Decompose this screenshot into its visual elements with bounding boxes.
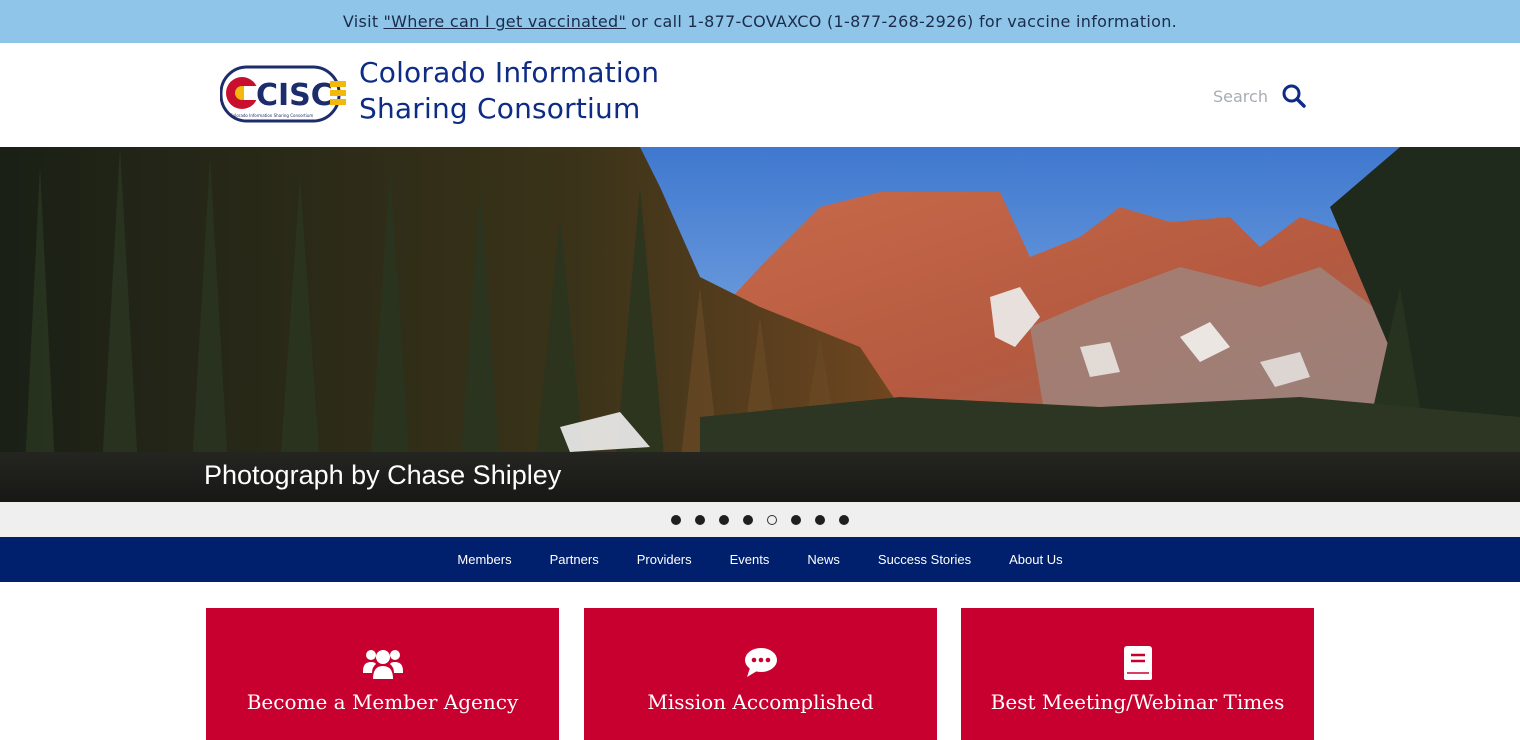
carousel-dot-6[interactable] xyxy=(791,514,801,525)
banner-suffix: or call 1-877-COVAXCO (1-877-268-2926) f… xyxy=(631,12,1178,31)
hero-caption-bar: Photograph by Chase Shipley xyxy=(0,452,1520,502)
card-mission-accomplished[interactable]: Mission Accomplished xyxy=(584,608,937,740)
cisc-logo[interactable]: CISC Colorado Information Sharing Consor… xyxy=(220,63,348,125)
nav-partners[interactable]: Partners xyxy=(550,552,599,567)
carousel-dot-1[interactable] xyxy=(671,514,681,525)
book-icon xyxy=(1123,646,1152,680)
search-input[interactable] xyxy=(1213,86,1275,106)
carousel-dot-4[interactable] xyxy=(743,514,753,525)
nav-about-us[interactable]: About Us xyxy=(1009,552,1062,567)
carousel-dot-7[interactable] xyxy=(815,514,825,525)
site-header: CISC Colorado Information Sharing Consor… xyxy=(0,43,1520,147)
card-label: Best Meeting/Webinar Times xyxy=(990,690,1285,714)
search-box xyxy=(1213,83,1307,109)
feature-cards: Become a Member Agency Mission Accomplis… xyxy=(0,582,1520,740)
logo-subtext: Colorado Information Sharing Consortium xyxy=(230,113,313,118)
site-title[interactable]: Colorado Information Sharing Consortium xyxy=(359,55,659,127)
users-icon xyxy=(362,650,403,679)
card-best-meeting-times[interactable]: Best Meeting/Webinar Times xyxy=(961,608,1314,740)
card-label: Mission Accomplished xyxy=(647,690,874,714)
carousel-dot-5-active[interactable] xyxy=(767,514,777,525)
site-title-line2: Sharing Consortium xyxy=(359,92,641,125)
logo-letters: CISC xyxy=(256,78,333,113)
vaccine-banner: Visit "Where can I get vaccinated" or ca… xyxy=(0,0,1520,43)
hero-caption: Photograph by Chase Shipley xyxy=(204,460,562,490)
nav-members[interactable]: Members xyxy=(457,552,511,567)
search-icon[interactable] xyxy=(1281,83,1307,109)
carousel-dot-3[interactable] xyxy=(719,514,729,525)
card-label: Become a Member Agency xyxy=(246,690,519,714)
carousel-indicators xyxy=(0,502,1520,537)
card-become-member[interactable]: Become a Member Agency xyxy=(206,608,559,740)
hero-slideshow: Photograph by Chase Shipley xyxy=(0,147,1520,502)
chat-bubble-icon xyxy=(744,648,777,677)
vaccination-link[interactable]: "Where can I get vaccinated" xyxy=(384,12,627,31)
carousel-dot-8[interactable] xyxy=(839,514,849,525)
site-title-line1: Colorado Information xyxy=(359,56,660,89)
nav-news[interactable]: News xyxy=(807,552,840,567)
nav-success-stories[interactable]: Success Stories xyxy=(878,552,971,567)
nav-events[interactable]: Events xyxy=(730,552,770,567)
carousel-dot-2[interactable] xyxy=(695,514,705,525)
banner-prefix: Visit xyxy=(342,12,379,31)
hero-photograph xyxy=(0,147,1520,502)
nav-providers[interactable]: Providers xyxy=(637,552,692,567)
main-nav: Members Partners Providers Events News S… xyxy=(0,537,1520,582)
